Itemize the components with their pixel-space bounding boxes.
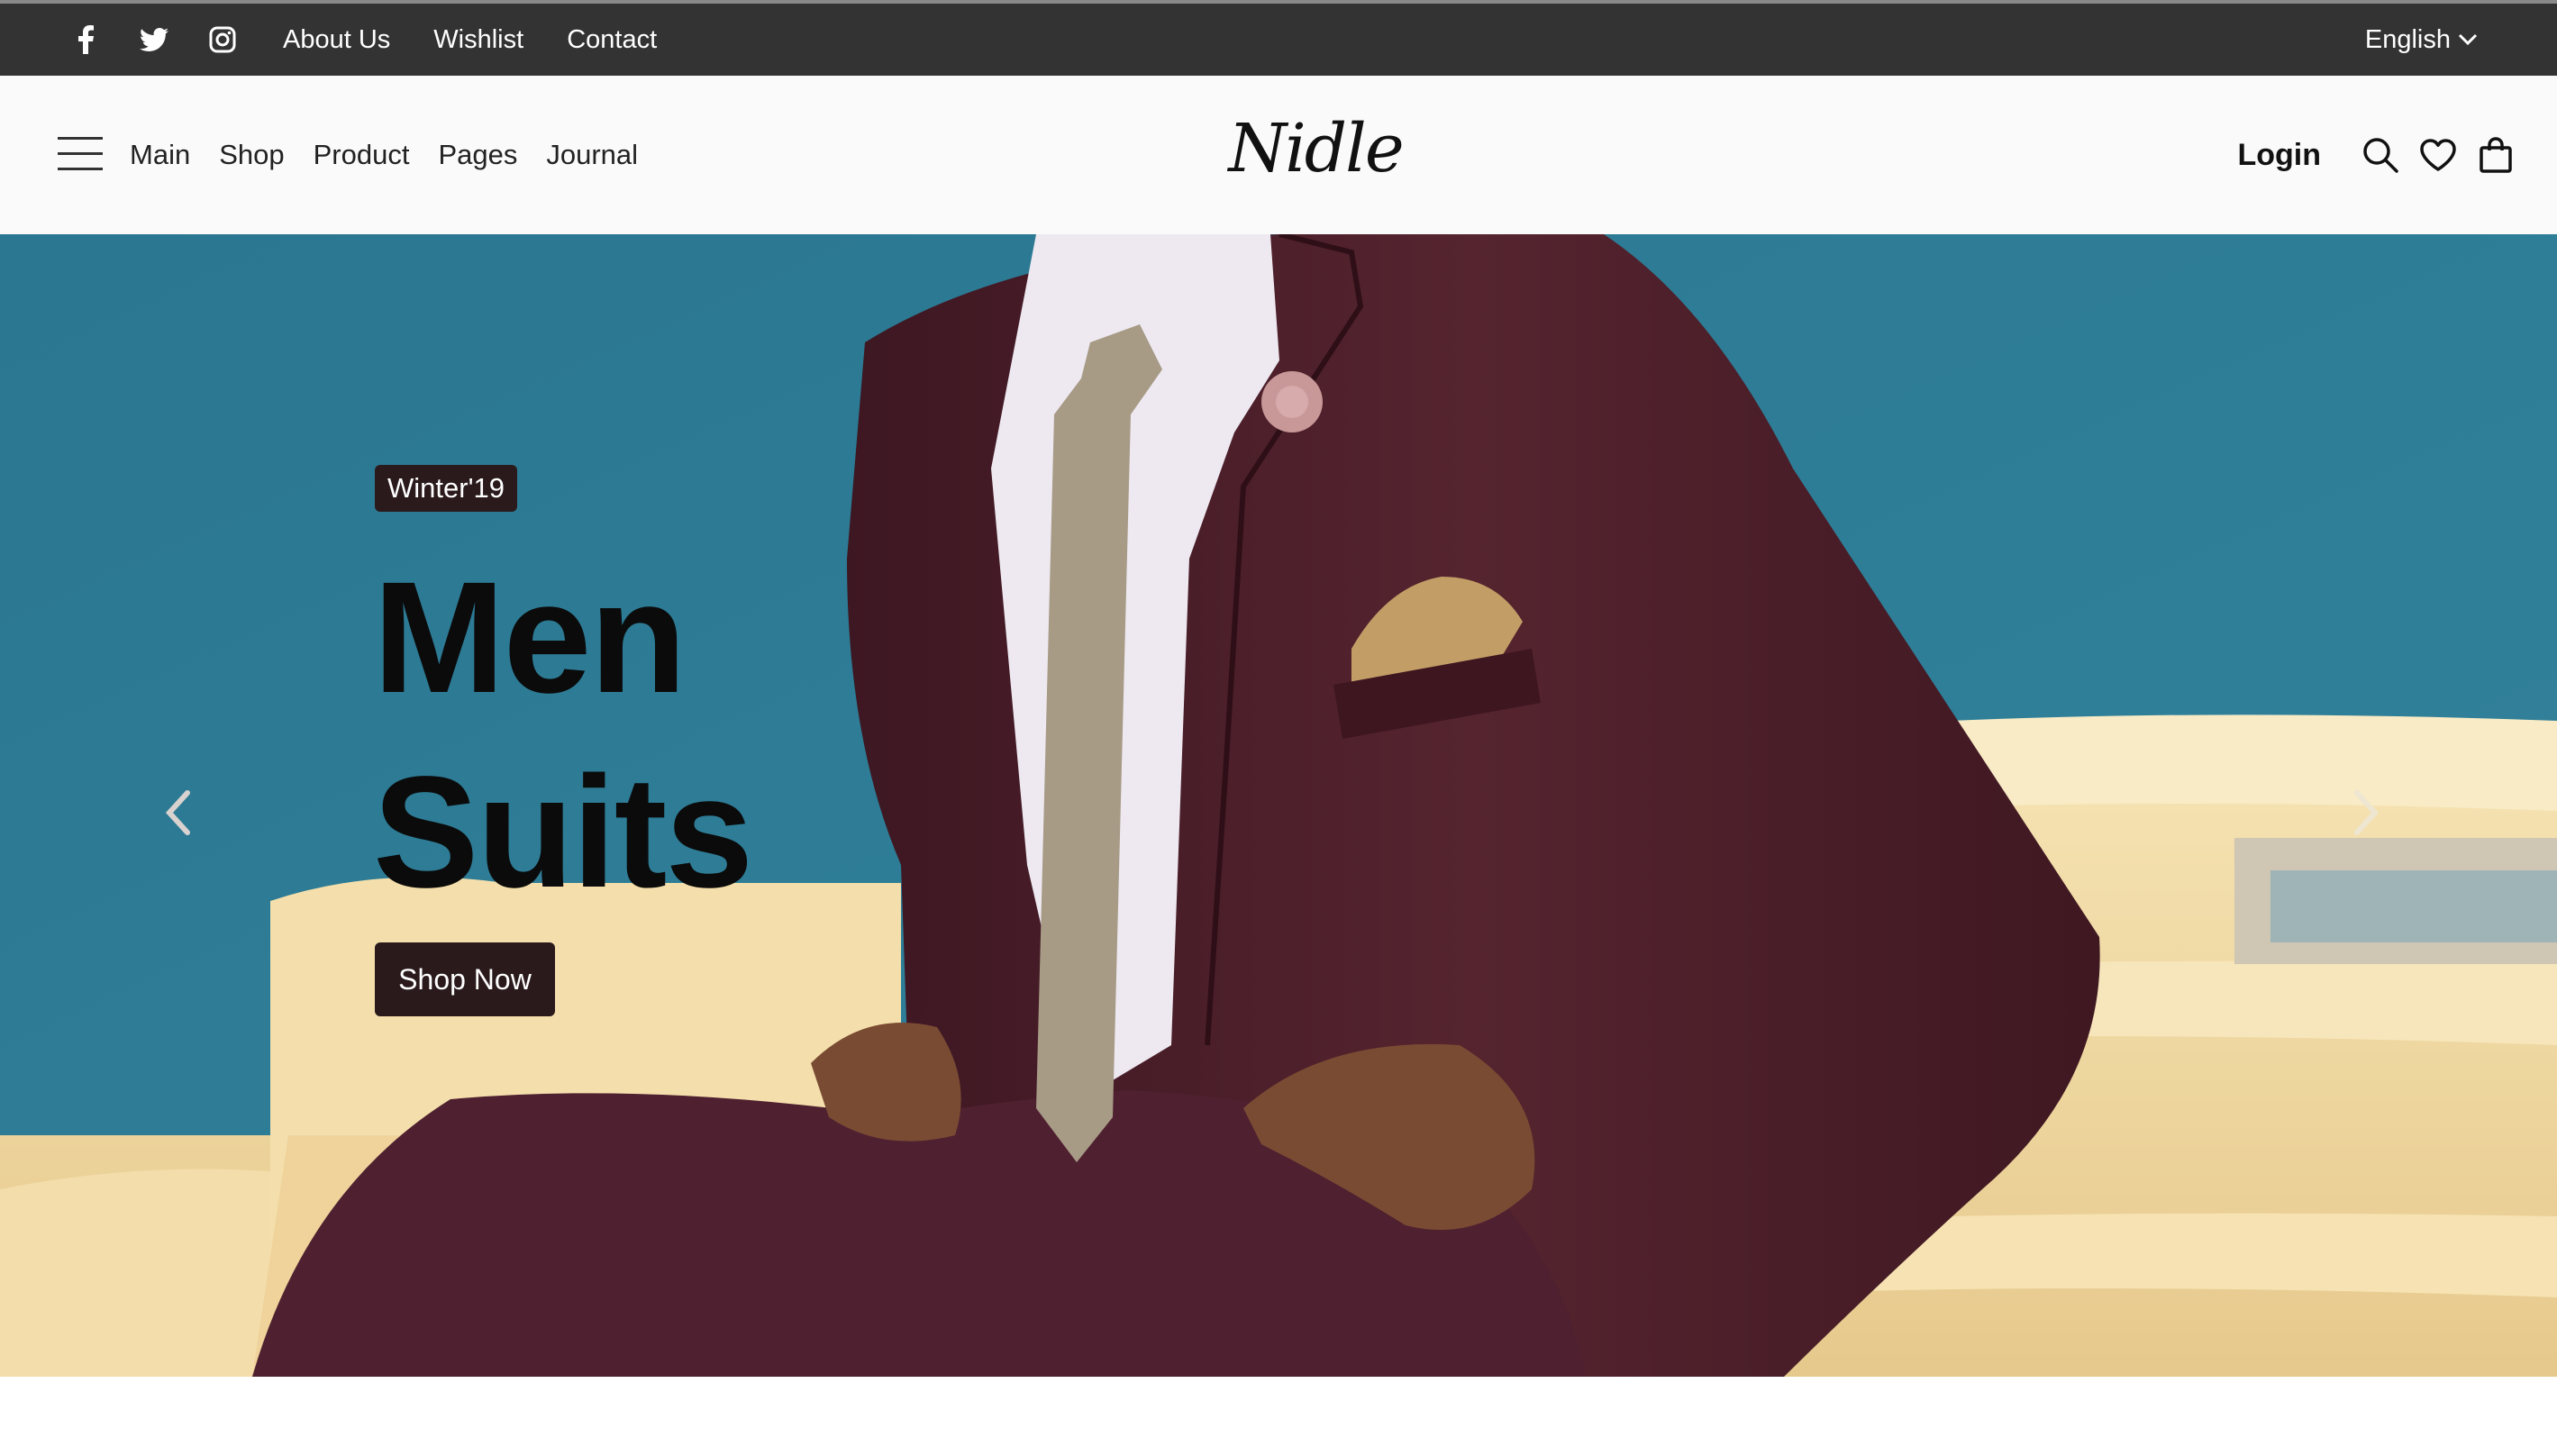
instagram-icon[interactable] xyxy=(207,24,238,55)
page-content-below xyxy=(0,1377,2557,1456)
about-us-link[interactable]: About Us xyxy=(283,25,390,55)
headline-line-1: Men xyxy=(373,550,687,726)
hero-slider: Winter'19 Men Suits Shop Now xyxy=(0,234,2557,1377)
season-badge: Winter'19 xyxy=(375,465,517,512)
site-logo[interactable]: Nidle xyxy=(1198,110,1433,200)
twitter-icon[interactable] xyxy=(139,24,169,55)
heart-icon[interactable] xyxy=(2418,135,2458,175)
nav-item-main[interactable]: Main xyxy=(130,139,190,171)
nav-item-shop[interactable]: Shop xyxy=(219,139,284,171)
login-link[interactable]: Login xyxy=(2237,138,2321,173)
chevron-down-icon xyxy=(2458,33,2478,46)
hamburger-menu-icon[interactable] xyxy=(58,137,103,171)
header-actions: Login xyxy=(2237,76,2516,234)
social-links xyxy=(70,24,276,55)
nav-item-pages[interactable]: Pages xyxy=(438,139,517,171)
main-nav: Main Shop Product Pages Journal xyxy=(130,76,667,234)
nav-item-journal[interactable]: Journal xyxy=(546,139,638,171)
language-selector[interactable]: English xyxy=(2365,4,2478,76)
top-links: About Us Wishlist Contact xyxy=(283,25,700,55)
top-bar: About Us Wishlist Contact English xyxy=(0,0,2557,76)
search-icon[interactable] xyxy=(2361,135,2400,175)
chevron-left-icon[interactable] xyxy=(160,786,196,840)
headline-line-2: Suits xyxy=(373,744,753,921)
wishlist-link[interactable]: Wishlist xyxy=(433,25,523,55)
contact-link[interactable]: Contact xyxy=(567,25,657,55)
hero-headline: Men Suits xyxy=(373,541,753,930)
language-label: English xyxy=(2364,24,2451,54)
nav-item-product[interactable]: Product xyxy=(314,139,410,171)
shop-now-button[interactable]: Shop Now xyxy=(375,942,555,1016)
main-header: Main Shop Product Pages Journal Nidle Lo… xyxy=(0,76,2557,234)
bag-icon[interactable] xyxy=(2476,135,2516,175)
chevron-right-icon[interactable] xyxy=(2348,786,2384,840)
facebook-icon[interactable] xyxy=(70,24,101,55)
